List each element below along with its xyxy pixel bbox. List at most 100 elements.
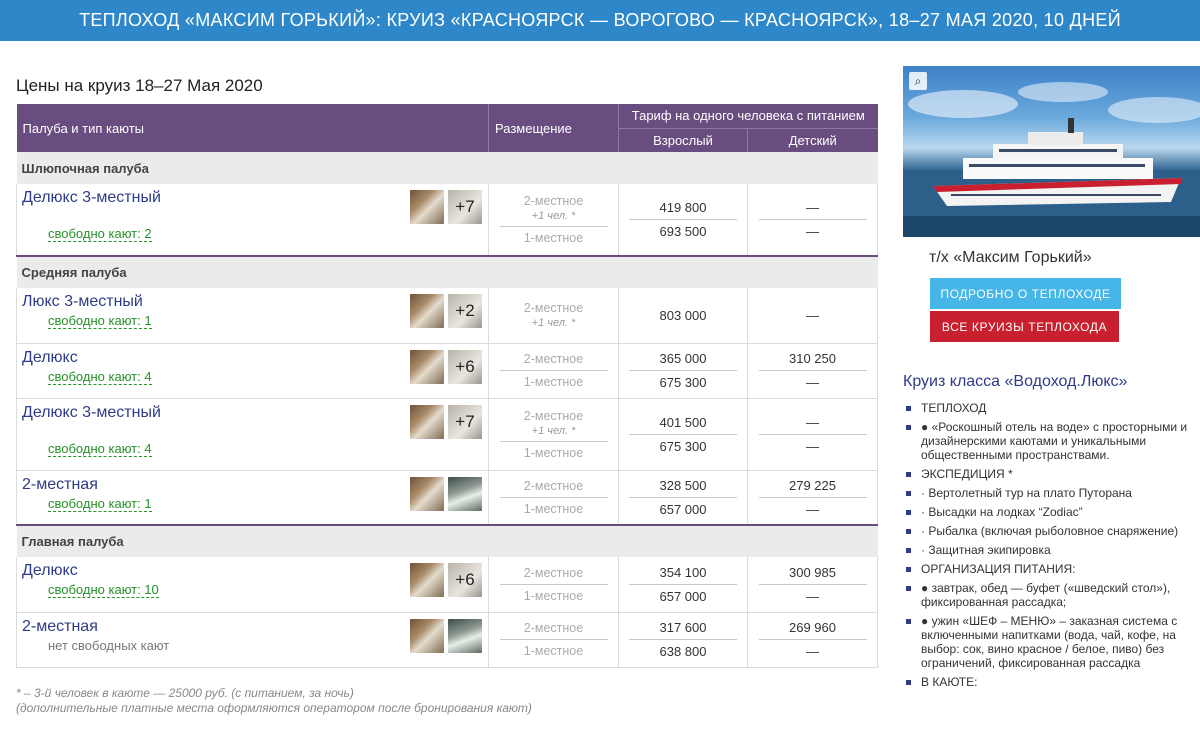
deck-row: Средняя палуба [16, 255, 878, 288]
cabin-photos: +2 [410, 294, 482, 328]
child-price: — [806, 438, 819, 454]
adult-price-cell: 419 800 693 500 [618, 184, 748, 257]
cabin-photo-thumbnail[interactable] [410, 404, 444, 439]
cabin-name[interactable]: 2-местная [22, 476, 98, 494]
cabin-cell: 2-местная нет свободных кают [16, 612, 489, 668]
divider [499, 370, 608, 371]
child-price-cell: — [746, 288, 879, 344]
cabin-photo-thumbnail[interactable] [410, 190, 444, 224]
cabin-cell: Делюкс 3-местный свободно кают: 4 +7 [16, 398, 489, 471]
placement-label: 2-местное [523, 194, 584, 208]
header-deck: Палуба и тип каюты [16, 104, 489, 152]
placement-label: 2-местное [523, 621, 584, 635]
more-photos-button[interactable]: +6 [448, 349, 482, 384]
adult-price: 675 300 [659, 375, 707, 390]
placement-extra: +1 чел. * [531, 317, 576, 330]
ship-name: т/х «Максим Горький» [929, 249, 1092, 266]
child-price: 300 985 [789, 564, 836, 580]
placement-cell: 2-местное 1-местное [488, 343, 619, 399]
adult-price-cell: 354 100 657 000 [618, 557, 748, 613]
divider [499, 440, 608, 442]
cabin-photo-thumbnail[interactable] [410, 618, 444, 653]
child-price: — [806, 644, 819, 659]
placement-label: 2-местное [523, 301, 584, 316]
cabin-photos: +6 [410, 563, 482, 597]
prices-title: Цены на круиз 18–27 Мая 2020 [16, 76, 263, 95]
placement-cell: 2-местное +1 чел. * [488, 288, 619, 344]
cabin-name[interactable]: Делюкс [22, 349, 78, 367]
cabin-photo-thumbnail[interactable] [410, 563, 444, 597]
cruise-class-title: Круиз класса «Водоход.Люкс» [903, 373, 1128, 390]
cabin-name[interactable]: 2-местная [22, 618, 98, 636]
divider [758, 583, 867, 585]
feature-item: · Рыбалка (включая рыболовное снаряжение… [905, 524, 1190, 538]
cabin-row: 2-местная нет свободных кают 2-местное 1-ме… [16, 612, 879, 668]
placement-extra: +1 чел. * [531, 424, 576, 437]
cabin-row: Делюкс свободно кают: 10 +6 2-местное 1-мест… [16, 557, 879, 613]
feature-item: ● ужин «ШЕФ – МЕНЮ» – заказная система с… [905, 614, 1190, 670]
child-price: 269 960 [789, 620, 836, 635]
feature-item: · Защитная экипировка [905, 543, 1190, 557]
cabin-name[interactable]: Делюкс 3-местный [22, 404, 161, 422]
zoom-icon[interactable]: ⌕ [909, 72, 927, 90]
ship-photo[interactable]: ⌕ [903, 66, 1200, 237]
cabin-availability[interactable]: свободно кают: 4 [48, 441, 152, 457]
adult-price: 693 500 [659, 224, 707, 239]
cabin-availability[interactable]: свободно кают: 10 [48, 582, 159, 598]
cabin-availability[interactable]: свободно кают: 2 [48, 226, 152, 242]
divider [758, 370, 867, 371]
more-photos-button[interactable]: +7 [448, 190, 482, 224]
more-photos-button[interactable]: +2 [448, 294, 482, 328]
placement-label: 2-местное [523, 408, 584, 423]
divider [499, 583, 608, 585]
child-price: 279 225 [789, 477, 836, 493]
child-price: — [806, 414, 819, 430]
ship-details-button[interactable]: ПОДРОБНО О ТЕПЛОХОДЕ [930, 278, 1121, 309]
divider [758, 219, 867, 220]
adult-price-cell: 401 500 675 300 [618, 398, 748, 471]
feature-list: ТЕПЛОХОД ● «Роскошный отель на воде» с пр… [905, 401, 1190, 694]
adult-price: 657 000 [659, 588, 707, 604]
cabin-row: Делюкс свободно кают: 4 +6 2-местное 1-местн… [16, 343, 879, 399]
placement-label: 1-местное [523, 231, 584, 245]
more-photos-button[interactable]: +6 [448, 563, 482, 597]
child-price-cell: 310 250 — [746, 343, 879, 399]
cabin-name[interactable]: Люкс 3-местный [22, 293, 143, 311]
adult-price: 419 800 [659, 200, 707, 215]
cabin-cell: Люкс 3-местный свободно кают: 1 +2 [16, 288, 489, 344]
child-price: — [806, 375, 819, 390]
placement-extra: +1 чел. * [531, 210, 576, 222]
child-price-cell: 279 225 — [746, 470, 879, 526]
child-price: — [806, 224, 819, 239]
cabin-name[interactable]: Делюкс 3-местный [22, 189, 161, 207]
cabin-availability[interactable]: свободно кают: 1 [48, 313, 152, 329]
cabin-cell: Делюкс свободно кают: 10 +6 [16, 557, 489, 613]
header-adult: Взрослый [618, 128, 748, 152]
footnote-line: * – 3-й человек в каюте — 25000 руб. (с … [16, 686, 354, 700]
placement-cell: 2-местное 1-местное [488, 470, 619, 526]
cabin-photo-thumbnail[interactable] [410, 349, 444, 384]
placement-cell: 2-местное +1 чел. * 1-местное [488, 184, 619, 257]
cabin-availability[interactable]: свободно кают: 1 [48, 496, 152, 512]
cabin-photos [410, 476, 482, 511]
cabin-availability[interactable]: свободно кают: 4 [48, 369, 152, 385]
feature-item: ОРГАНИЗАЦИЯ ПИТАНИЯ: [905, 562, 1190, 576]
cabin-photo-thumbnail[interactable] [410, 294, 444, 328]
adult-price: 657 000 [659, 501, 707, 517]
placement-label: 2-местное [523, 565, 584, 580]
cabin-photo-thumbnail[interactable] [410, 476, 444, 511]
header-placement: Размещение [488, 104, 619, 152]
more-photos-button[interactable]: +7 [448, 404, 482, 439]
placement-label: 1-местное [523, 445, 584, 460]
cabin-photo-thumbnail[interactable] [448, 618, 482, 653]
cabin-row: 2-местная свободно кают: 1 2-местное 1-мест… [16, 470, 879, 526]
deck-name: Шлюпочная палуба [16, 152, 878, 184]
divider [499, 496, 608, 498]
adult-price: 317 600 [659, 620, 707, 635]
deck-row: Главная палуба [16, 524, 878, 557]
cabin-availability: нет свободных кают [48, 637, 170, 653]
divider [629, 219, 737, 220]
cabin-photo-thumbnail[interactable] [448, 476, 482, 511]
cabin-name[interactable]: Делюкс [22, 562, 78, 580]
all-cruises-button[interactable]: ВСЕ КРУИЗЫ ТЕПЛОХОДА [930, 311, 1119, 342]
